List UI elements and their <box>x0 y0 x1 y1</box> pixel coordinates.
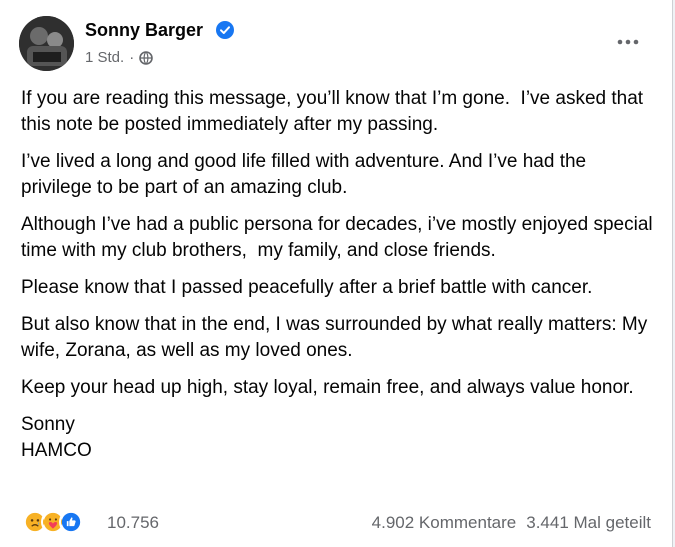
post-paragraph: I’ve lived a long and good life filled w… <box>21 151 592 198</box>
post-meta: 1 Std. · <box>85 49 154 66</box>
post-paragraph: Although I’ve had a public persona for d… <box>21 214 664 261</box>
post-signature: Sonny HAMCO <box>21 414 92 461</box>
post-timestamp[interactable]: 1 Std. <box>85 49 124 66</box>
post-paragraph: But also know that in the end, I was sur… <box>21 314 653 361</box>
post-body: If you are reading this message, you’ll … <box>21 86 661 475</box>
post-header: Sonny Barger 1 Std. · <box>19 16 659 72</box>
more-dots-icon <box>617 39 639 45</box>
like-reaction-icon <box>59 510 83 534</box>
comment-count[interactable]: 4.902 Kommentare <box>372 513 517 533</box>
globe-icon[interactable] <box>139 50 154 65</box>
post-paragraph: Please know that I passed peacefully aft… <box>21 277 593 298</box>
avatar-image <box>19 16 74 71</box>
verified-badge-icon <box>216 21 234 39</box>
post-card: Sonny Barger 1 Std. · If you are reading… <box>0 0 673 547</box>
reaction-icons[interactable] <box>23 510 83 534</box>
post-stats: 4.902 Kommentare 3.441 Mal geteilt <box>372 513 651 533</box>
more-options-button[interactable] <box>616 30 640 54</box>
author-name[interactable]: Sonny Barger <box>85 20 203 41</box>
post-paragraph: If you are reading this message, you’ll … <box>21 88 649 135</box>
reaction-count[interactable]: 10.756 <box>107 513 159 533</box>
author-avatar[interactable] <box>19 16 74 71</box>
post-footer: 10.756 4.902 Kommentare 3.441 Mal geteil… <box>19 506 655 538</box>
share-count[interactable]: 3.441 Mal geteilt <box>526 513 651 533</box>
meta-separator: · <box>129 49 135 66</box>
post-paragraph: Keep your head up high, stay loyal, rema… <box>21 377 634 398</box>
